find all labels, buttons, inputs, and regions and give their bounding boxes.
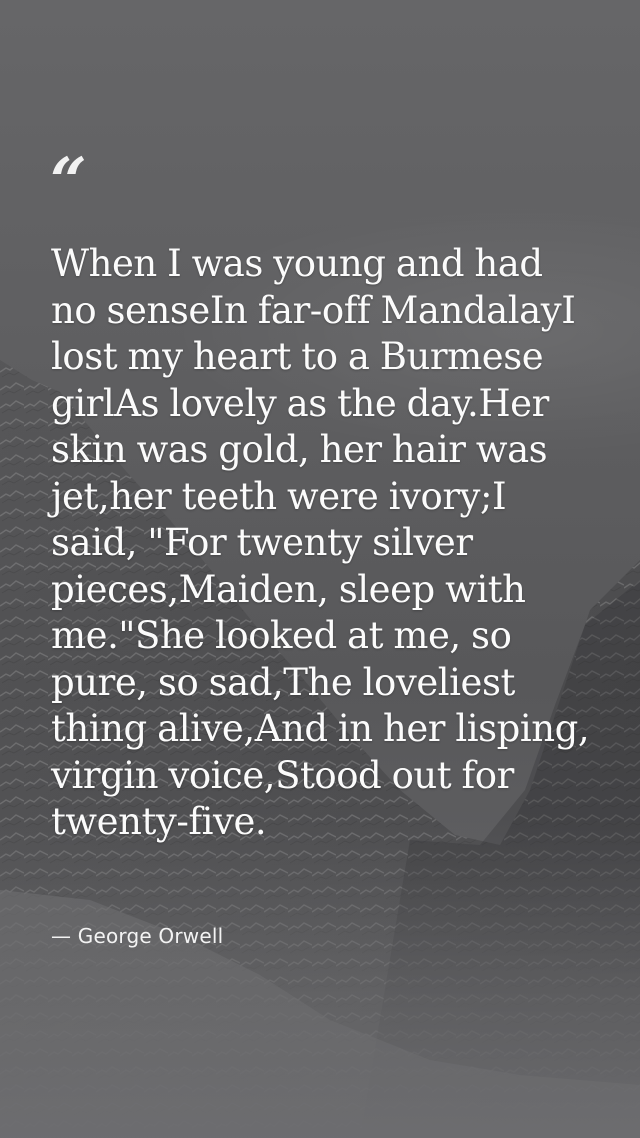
- quote-author: — George Orwell: [51, 924, 224, 948]
- quote-text: When I was young and had no senseIn far-…: [51, 242, 590, 843]
- opening-quote-icon: “: [50, 144, 87, 219]
